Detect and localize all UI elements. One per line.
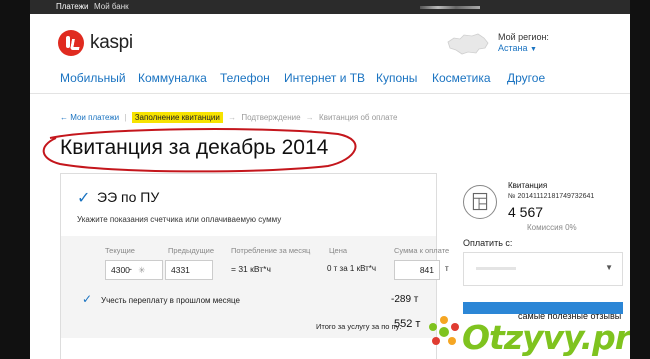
chevron-down-icon: ▼ — [530, 46, 537, 53]
nav-item-utilities[interactable]: Коммуналка — [138, 71, 207, 85]
main-nav: Мобильный Коммуналка Телефон Интернет и … — [30, 62, 630, 94]
arrow-right-icon: → — [305, 113, 314, 122]
check-icon[interactable]: ✓ — [77, 188, 90, 208]
flower-logo-icon — [429, 316, 459, 345]
logo-text[interactable]: kaspi — [90, 32, 133, 54]
nav-item-cosmetics[interactable]: Косметика — [432, 71, 491, 85]
topbar-link-payments[interactable]: Платежи — [56, 2, 88, 11]
overpay-value: -289 т — [391, 294, 419, 305]
service-name: ЭЭ по ПУ — [97, 189, 160, 205]
asterisk-icon: ✳ — [138, 265, 146, 275]
breadcrumb-step-confirm: Подтверждение — [241, 113, 301, 122]
pay-from-label: Оплатить с: — [463, 238, 513, 248]
breadcrumb-step-receipt: Квитанция об оплате — [319, 113, 398, 122]
arrow-right-icon: → — [228, 113, 237, 122]
watermark-brand: Otzyvy.pro — [462, 318, 630, 357]
region-value: Астана — [498, 43, 528, 53]
column-header-consumption: Потребление за месяц — [231, 246, 311, 255]
region-select[interactable]: Астана ▼ — [498, 43, 537, 53]
consumption-value: = 31 кВт*ч — [231, 264, 271, 274]
breadcrumb: ← Мои платежи | Заполнение квитанции → П… — [60, 112, 398, 123]
nav-item-mobile[interactable]: Мобильный — [60, 71, 126, 85]
column-header-previous: Предыдущие — [168, 246, 214, 255]
receipt-fee: Комиссия 0% — [527, 223, 577, 232]
nav-item-phone[interactable]: Телефон — [220, 71, 270, 85]
region-label: Мой регион: — [498, 32, 549, 42]
kazakhstan-map-icon — [447, 33, 489, 55]
user-menu[interactable] — [420, 6, 480, 9]
kaspi-page: Платежи Мой банк kaspi Мой регион: Астан… — [30, 0, 630, 359]
topbar-link-my-bank[interactable]: Мой банк — [94, 2, 129, 11]
current-reading-value: 4300 — [111, 265, 130, 275]
breadcrumb-back-link[interactable]: ← Мои платежи — [60, 113, 119, 122]
minus-sign: - — [129, 264, 132, 274]
amount-input[interactable]: 841 — [394, 260, 440, 280]
amount-value: 841 — [419, 265, 434, 275]
previous-reading-input[interactable]: 4331 — [165, 260, 213, 280]
service-panel: ✓ ЭЭ по ПУ Укажите показания счетчика ил… — [60, 173, 449, 359]
previous-reading-value: 4331 — [171, 265, 190, 275]
total-label: Итого за услугу за по пу: — [316, 322, 402, 331]
pay-from-select[interactable]: ▼ — [463, 252, 623, 286]
masked-account — [476, 267, 516, 270]
column-header-current: Текущие — [105, 246, 135, 255]
total-value: 552 т — [394, 318, 421, 330]
price-value: 0 т за 1 кВт*ч — [327, 264, 377, 273]
nav-item-other[interactable]: Другое — [507, 71, 545, 85]
chevron-down-icon: ▼ — [605, 263, 613, 272]
receipt-amount: 4 567 — [508, 204, 544, 220]
top-bar: Платежи Мой банк — [30, 0, 630, 14]
kaspi-logo-icon[interactable] — [58, 30, 84, 56]
amount-currency: т — [445, 264, 449, 273]
page-title: Квитанция за декабрь 2014 — [60, 136, 329, 159]
receipt-icon — [463, 185, 497, 219]
receipt-title: Квитанция — [508, 181, 548, 190]
breadcrumb-step-fill: Заполнение квитанции — [131, 112, 223, 123]
overpay-checkbox[interactable]: ✓ — [82, 292, 92, 306]
service-subtitle: Укажите показания счетчика или оплачивае… — [77, 215, 282, 224]
receipt-number: № 20141112181749732641 — [508, 193, 595, 200]
nav-item-internet-tv[interactable]: Интернет и ТВ — [284, 71, 365, 85]
nav-item-coupons[interactable]: Купоны — [376, 71, 417, 85]
column-header-price: Цена — [329, 246, 348, 255]
current-reading-input[interactable]: 4300 ✳ — [105, 260, 163, 280]
breadcrumb-separator: | — [124, 113, 127, 122]
column-header-amount: Сумма к оплате — [394, 246, 450, 255]
overpay-label: Учесть переплату в прошлом месяце — [101, 296, 240, 305]
